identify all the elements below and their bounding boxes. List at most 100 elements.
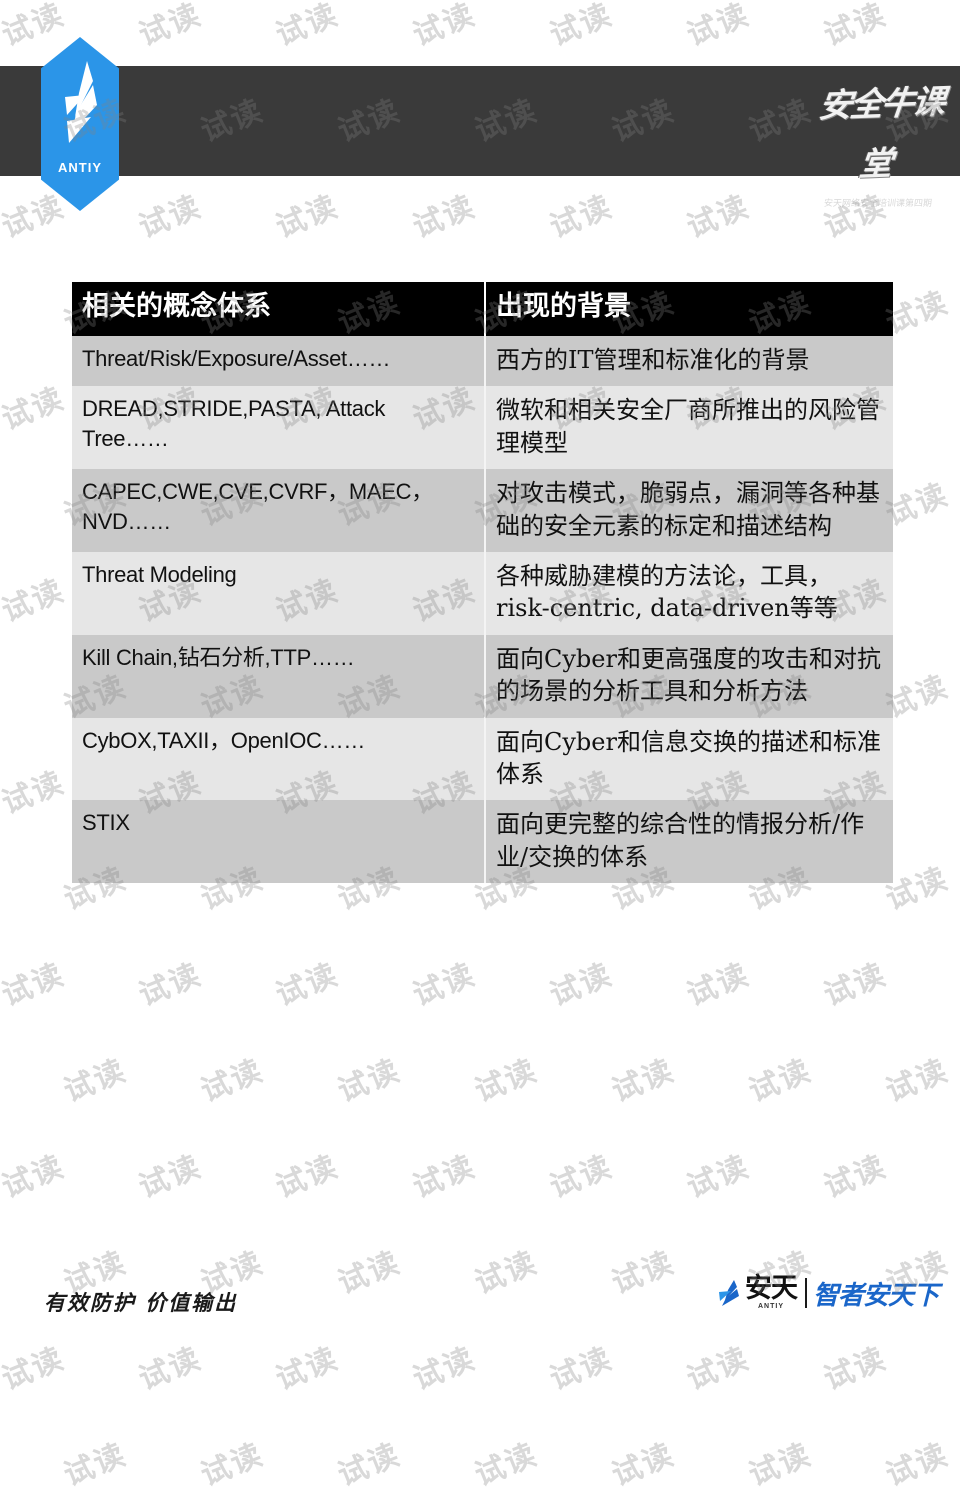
cell-concept: Threat/Risk/Exposure/Asset……: [72, 336, 485, 387]
antiy-footer-wordmark: 安天 ANTIY: [744, 1273, 798, 1311]
watermark-text: 试读: [0, 765, 70, 822]
watermark-text: 试读: [956, 957, 960, 1014]
watermark-text: 试读: [470, 1053, 543, 1110]
watermark-text: 试读: [271, 1341, 344, 1398]
cell-concept: CAPEC,CWE,CVE,CVRF，MAEC，NVD……: [72, 469, 485, 552]
cell-concept: Kill Chain,钻石分析,TTP……: [72, 634, 485, 718]
footer-tagline: 智者安天下: [812, 1280, 939, 1311]
footer-slogan: 有效防护 价值输出: [44, 1291, 238, 1315]
watermark-text: 试读: [408, 0, 481, 54]
cell-concept: STIX: [72, 800, 485, 884]
watermark-text: 试读: [682, 189, 755, 246]
watermark-text: 试读: [0, 381, 70, 438]
watermark-text: 试读: [333, 1245, 406, 1302]
table-row: Kill Chain,钻石分析,TTP…… 面向Cyber和更高强度的攻击和对抗…: [72, 634, 893, 718]
watermark-text: 试读: [956, 573, 960, 630]
cell-background: 面向Cyber和更高强度的攻击和对抗的场景的分析工具和分析方法: [484, 634, 893, 718]
concept-system-table: 相关的概念体系 出现的背景 Threat/Risk/Exposure/Asset…: [72, 282, 893, 884]
antiy-wordmark: ANTIY: [58, 160, 102, 175]
column-header-background: 出现的背景: [484, 282, 893, 336]
footer-logo: 安天 ANTIY 智者安天下: [714, 1270, 939, 1316]
cell-background: 各种威胁建模的方法论，工具，risk-centric, data-driven等…: [484, 551, 893, 635]
watermark-text: 试读: [0, 0, 70, 54]
watermark-text: 试读: [470, 1245, 543, 1302]
table-row: CAPEC,CWE,CVE,CVRF，MAEC，NVD…… 对攻击模式，脆弱点，…: [72, 469, 893, 552]
watermark-text: 试读: [271, 1149, 344, 1206]
watermark-text: 试读: [819, 1341, 892, 1398]
watermark-text: 试读: [607, 1053, 680, 1110]
cell-concept: Threat Modeling: [72, 551, 485, 635]
watermark-text: 试读: [333, 1053, 406, 1110]
watermark-text: 试读: [134, 957, 207, 1014]
watermark-text: 试读: [134, 0, 207, 54]
table-row: STIX 面向更完整的综合性的情报分析/作业/交换的体系: [72, 800, 893, 884]
watermark-text: 试读: [271, 0, 344, 54]
watermark-text: 试读: [682, 1149, 755, 1206]
watermark-text: 试读: [0, 573, 70, 630]
cell-concept: DREAD,STRIDE,PASTA, Attack Tree……: [72, 386, 485, 470]
table-body: Threat/Risk/Exposure/Asset…… 西方的IT管理和标准化…: [72, 336, 893, 884]
watermark-text: 试读: [607, 1245, 680, 1302]
course-logo: 安全牛课堂 安天网络安全培训课第四期: [814, 74, 946, 209]
watermark-text: 试读: [545, 1341, 618, 1398]
course-logo-subtitle: 安天网络安全培训课第四期: [823, 199, 933, 209]
watermark-text: 试读: [134, 1149, 207, 1206]
watermark-text: 试读: [545, 1149, 618, 1206]
watermark-text: 试读: [819, 0, 892, 54]
table-row: Threat/Risk/Exposure/Asset…… 西方的IT管理和标准化…: [72, 336, 893, 387]
column-header-concept: 相关的概念体系: [72, 282, 485, 336]
table-row: DREAD,STRIDE,PASTA, Attack Tree…… 微软和相关安…: [72, 386, 893, 470]
watermark-text: 试读: [819, 1149, 892, 1206]
watermark-text: 试读: [408, 1341, 481, 1398]
watermark-text: 试读: [271, 189, 344, 246]
cell-background: 面向Cyber和信息交换的描述和标准体系: [484, 717, 893, 801]
cell-background: 西方的IT管理和标准化的背景: [484, 336, 893, 387]
cell-background: 对攻击模式，脆弱点，漏洞等各种基础的安全元素的标定和描述结构: [484, 469, 893, 552]
watermark-text: 试读: [682, 957, 755, 1014]
watermark-text: 试读: [744, 1053, 817, 1110]
watermark-text: 试读: [0, 1341, 70, 1398]
watermark-text: 试读: [956, 0, 960, 54]
watermark-text: 试读: [470, 1437, 543, 1494]
watermark-text: 试读: [956, 381, 960, 438]
watermark-text: 试读: [682, 0, 755, 54]
watermark-text: 试读: [408, 1149, 481, 1206]
table-header-row: 相关的概念体系 出现的背景: [72, 282, 893, 336]
watermark-text: 试读: [682, 1341, 755, 1398]
cell-background: 面向更完整的综合性的情报分析/作业/交换的体系: [484, 800, 893, 884]
watermark-text: 试读: [956, 1341, 960, 1398]
watermark-text: 试读: [545, 0, 618, 54]
watermark-text: 试读: [956, 189, 960, 246]
watermark-text: 试读: [956, 765, 960, 822]
antiy-footer-en: ANTIY: [757, 1303, 784, 1310]
watermark-text: 试读: [59, 1053, 132, 1110]
watermark-text: 试读: [881, 1437, 954, 1494]
table-row: CybOX,TAXII，OpenIOC…… 面向Cyber和信息交换的描述和标准…: [72, 717, 893, 801]
watermark-text: 试读: [196, 1053, 269, 1110]
watermark-text: 试读: [607, 1437, 680, 1494]
table-row: Threat Modeling 各种威胁建模的方法论，工具，risk-centr…: [72, 551, 893, 635]
antiy-footer-flame-icon: [718, 1280, 739, 1306]
watermark-text: 试读: [196, 1437, 269, 1494]
cell-concept: CybOX,TAXII，OpenIOC……: [72, 717, 485, 801]
watermark-text: 试读: [59, 1437, 132, 1494]
watermark-text: 试读: [134, 189, 207, 246]
course-logo-calligraphy: 安全牛课堂: [816, 81, 946, 184]
cell-background: 微软和相关安全厂商所推出的风险管理模型: [484, 386, 893, 470]
watermark-text: 试读: [271, 957, 344, 1014]
footer-logo-divider: [804, 1278, 807, 1308]
watermark-text: 试读: [881, 1053, 954, 1110]
watermark-text: 试读: [0, 1149, 70, 1206]
watermark-text: 试读: [134, 1341, 207, 1398]
watermark-text: 试读: [408, 957, 481, 1014]
watermark-text: 试读: [0, 957, 70, 1014]
watermark-text: 试读: [956, 1149, 960, 1206]
watermark-text: 试读: [545, 189, 618, 246]
antiy-logo-badge: ANTIY: [41, 37, 119, 211]
watermark-text: 试读: [819, 957, 892, 1014]
antiy-flame-icon: [65, 61, 97, 143]
watermark-text: 试读: [408, 189, 481, 246]
watermark-text: 试读: [333, 1437, 406, 1494]
antiy-footer-cn: 安天: [744, 1273, 798, 1304]
watermark-text: 试读: [744, 1437, 817, 1494]
